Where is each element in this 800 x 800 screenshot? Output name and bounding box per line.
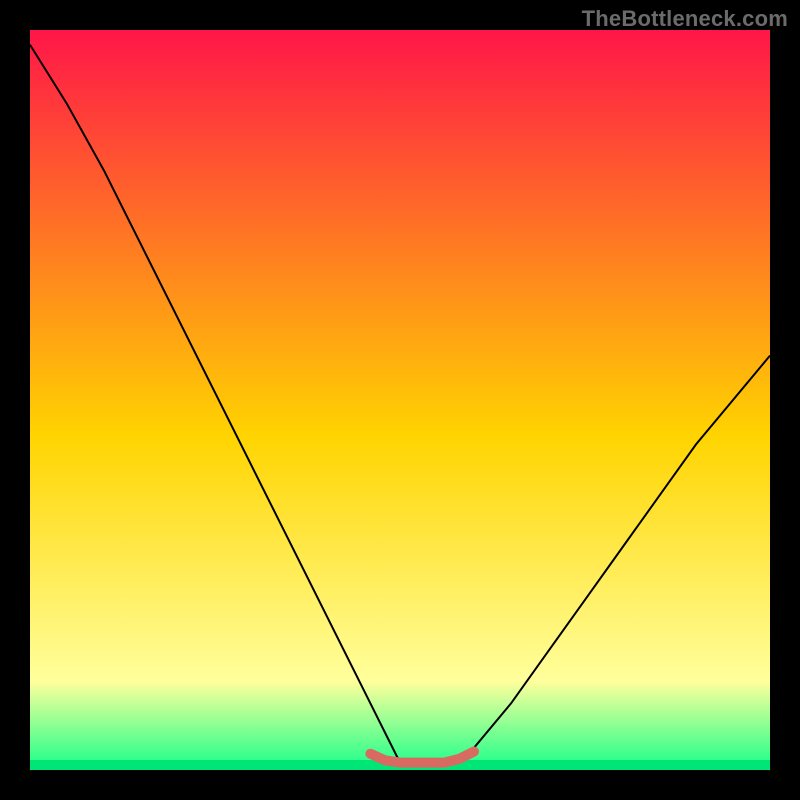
watermark-text: TheBottleneck.com	[582, 6, 788, 32]
gradient-background	[30, 30, 770, 770]
chart-plot-area	[30, 30, 770, 770]
chart-svg	[30, 30, 770, 770]
chart-frame: TheBottleneck.com	[0, 0, 800, 800]
